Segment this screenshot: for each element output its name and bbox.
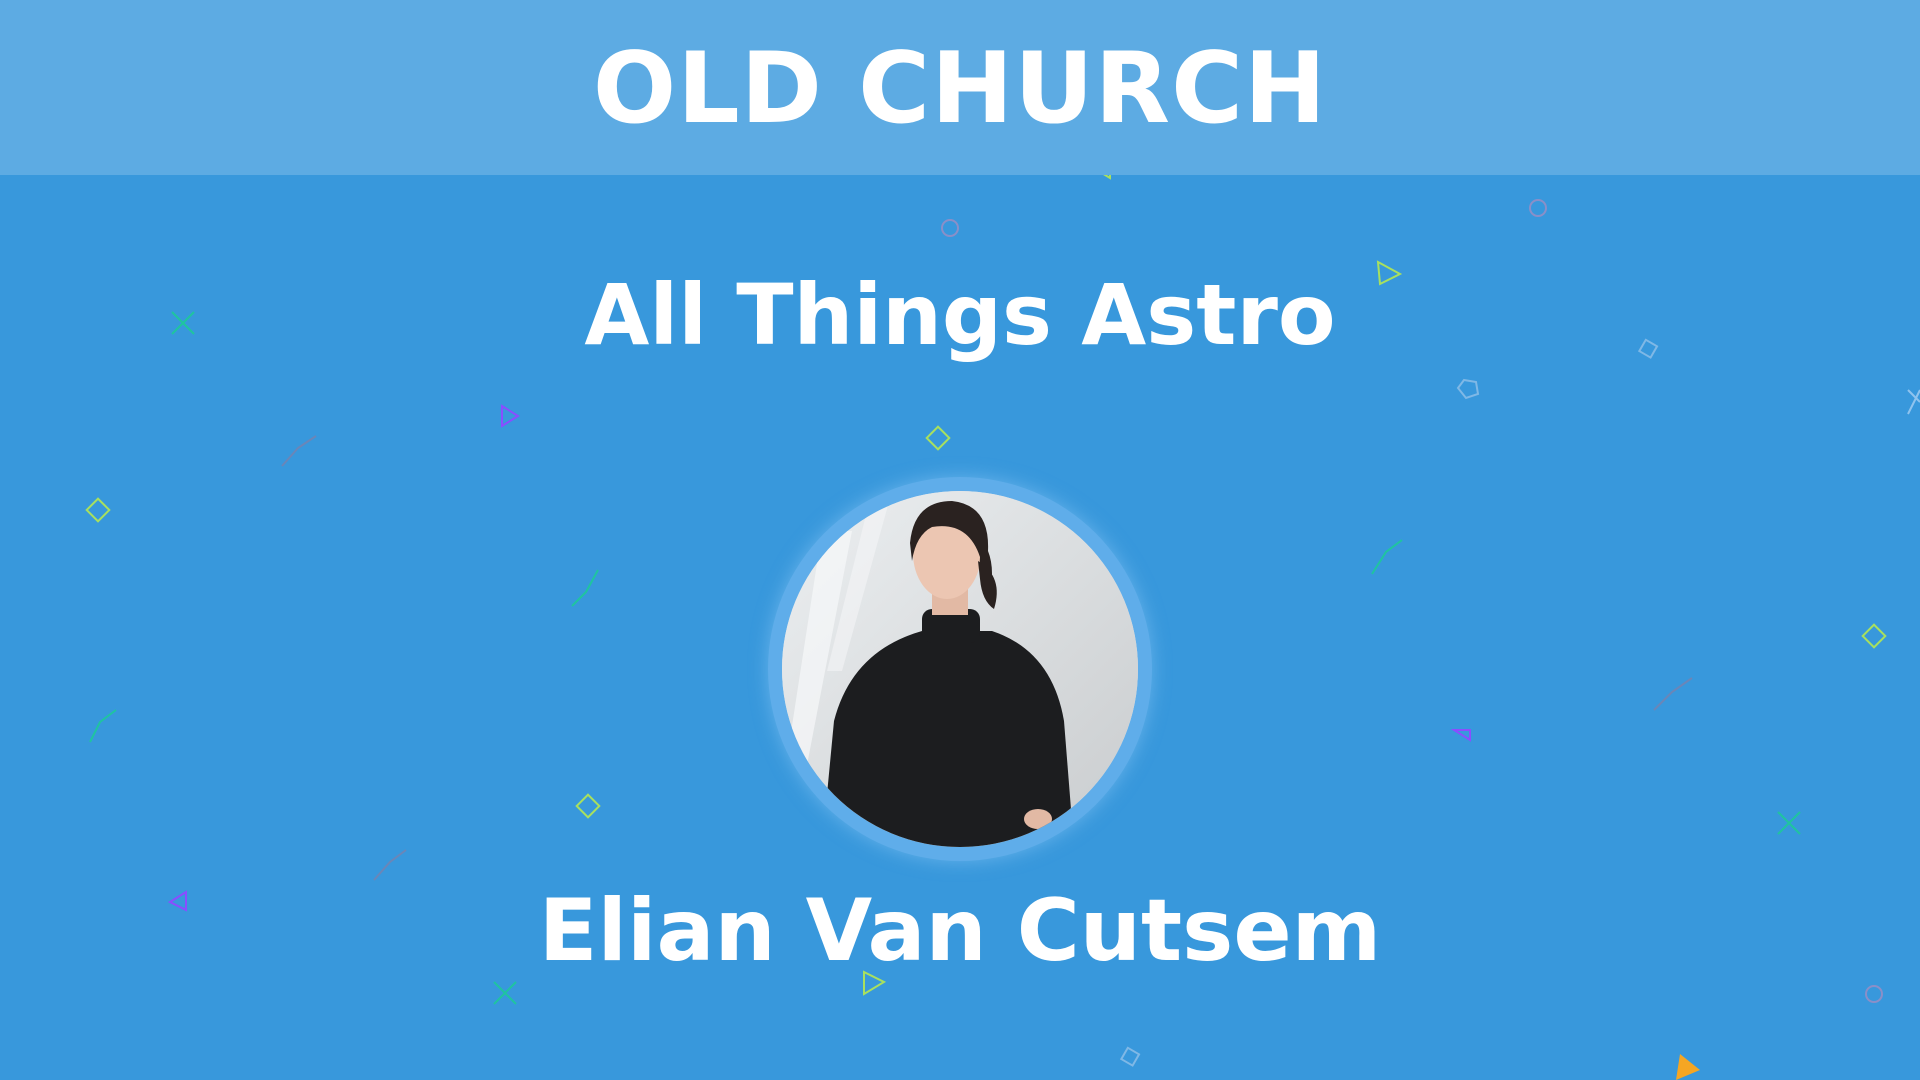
speaker-photo-icon xyxy=(782,491,1138,847)
confetti-triangle xyxy=(501,404,520,428)
confetti-line xyxy=(281,435,317,467)
confetti-circle xyxy=(941,219,959,237)
confetti-diamond xyxy=(85,497,111,523)
confetti-diamond xyxy=(575,793,601,819)
confetti-circle xyxy=(1865,985,1883,1003)
talk-title: All Things Astro xyxy=(584,266,1336,364)
confetti-diamond xyxy=(1119,1046,1141,1067)
confetti-cross xyxy=(1907,389,1920,415)
confetti-line xyxy=(1371,539,1403,575)
venue-title: OLD CHURCH xyxy=(592,32,1328,146)
confetti-diamond xyxy=(925,425,951,451)
confetti-line xyxy=(571,569,599,607)
confetti-triangle xyxy=(1676,1054,1700,1080)
confetti-diamond xyxy=(1861,623,1887,649)
confetti-line xyxy=(89,709,117,743)
confetti-pentagon xyxy=(1456,378,1480,400)
speaker-name: Elian Van Cutsem xyxy=(538,881,1382,981)
confetti-circle xyxy=(1529,199,1547,217)
speaker-avatar xyxy=(768,477,1152,861)
confetti-line xyxy=(1653,677,1693,711)
confetti-cross xyxy=(1777,811,1801,835)
confetti-triangle xyxy=(1450,729,1471,742)
